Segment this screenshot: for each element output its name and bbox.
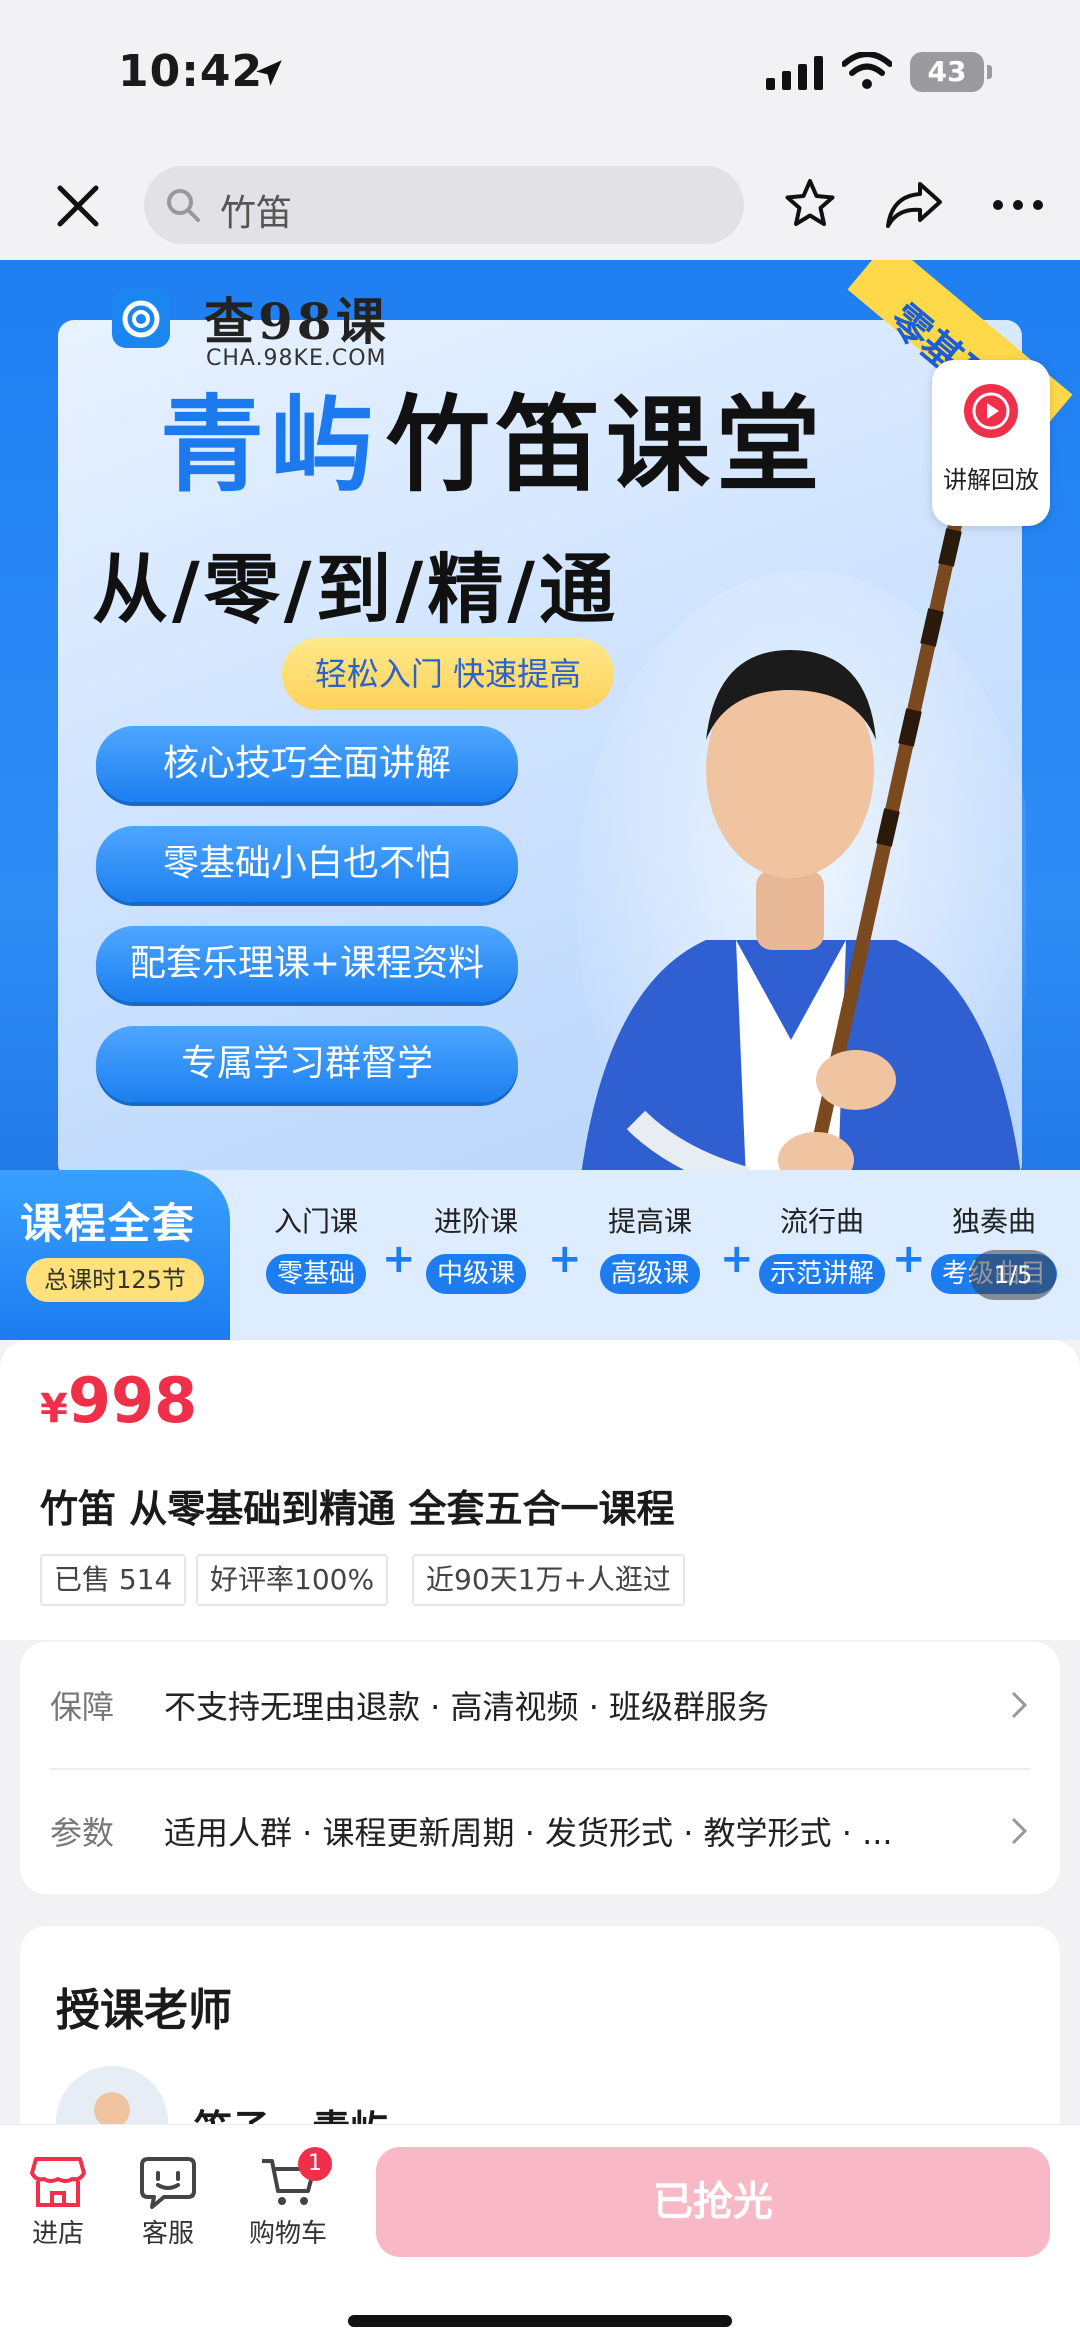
- sold-count-chip: 已售 514: [40, 1554, 187, 1606]
- guarantee-text: 不支持无理由退款 · 高清视频 · 班级群服务: [164, 1688, 770, 1726]
- teacher-photo: [576, 520, 1026, 1230]
- views-chip: 近90天1万+人逛过: [412, 1554, 685, 1606]
- module-name: 独奏曲: [951, 1205, 1036, 1238]
- plus-sign: +: [720, 1236, 754, 1282]
- product-info: ¥998 竹笛 从零基础到精通 全套五合一课程 已售 514 好评率100% 近…: [0, 1340, 1080, 1640]
- brand-name: 查98课: [204, 292, 390, 351]
- product-title: 竹笛 从零基础到精通 全套五合一课程: [40, 1487, 675, 1531]
- store-icon: [30, 2157, 86, 2207]
- feature-pill: 专属学习群督学: [96, 1026, 518, 1102]
- guarantee-row[interactable]: 保障 不支持无理由退款 · 高清视频 · 班级群服务: [20, 1642, 1060, 1768]
- location-arrow-icon: [256, 60, 282, 86]
- search-bar[interactable]: 竹笛: [144, 166, 744, 244]
- product-image-carousel[interactable]: 查98课 CHA.98KE.COM 青屿 竹笛课堂 零基础 从/零/到/精/通 …: [0, 260, 1080, 1340]
- brand-logo: [112, 290, 170, 348]
- close-icon[interactable]: [50, 178, 106, 234]
- price: ¥998: [40, 1364, 197, 1437]
- total-hours-badge: 总课时125节: [26, 1258, 204, 1302]
- teacher-section-title: 授课老师: [56, 1985, 232, 2036]
- chat-service-icon: [140, 2157, 196, 2209]
- banner-subtitle: 从/零/到/精/通: [92, 545, 620, 634]
- module-name: 提高课: [607, 1205, 692, 1238]
- star-icon[interactable]: [782, 176, 838, 232]
- store-label: 进店: [31, 2219, 84, 2249]
- cellular-signal-icon: [766, 56, 823, 90]
- course-module: 提高课 高级课: [580, 1200, 720, 1294]
- module-name: 流行曲: [779, 1205, 864, 1238]
- module-name: 进阶课: [433, 1205, 518, 1238]
- plus-sign: +: [892, 1236, 926, 1282]
- course-module: 入门课 零基础: [246, 1200, 386, 1294]
- cart-button[interactable]: 1 购物车: [238, 2147, 338, 2250]
- banner-title-blue: 青屿: [160, 384, 381, 506]
- wifi-icon: [842, 52, 892, 89]
- top-navigation: 竹笛: [0, 150, 1080, 260]
- replay-button[interactable]: 讲解回放: [932, 360, 1050, 526]
- params-label: 参数: [50, 1814, 115, 1852]
- course-modules-strip: 课程全套 总课时125节 入门课 零基础 + 进阶课 中级课 + 提高课 高级课…: [0, 1170, 1080, 1340]
- service-label: 客服: [141, 2219, 194, 2249]
- cart-label: 购物车: [248, 2219, 327, 2249]
- store-button[interactable]: 进店: [8, 2155, 108, 2250]
- play-replay-icon: [964, 384, 1018, 438]
- params-text: 适用人群 · 课程更新周期 · 发货形式 · 教学形式 · ...: [164, 1814, 893, 1852]
- module-tag: 零基础: [266, 1254, 366, 1294]
- status-time: 10:42: [118, 46, 264, 97]
- chevron-right-icon: [1011, 1817, 1028, 1845]
- replay-label: 讲解回放: [943, 466, 1039, 494]
- course-set-title: 课程全套: [20, 1199, 197, 1248]
- feature-pill: 配套乐理课+课程资料: [96, 926, 518, 1002]
- share-icon[interactable]: [884, 178, 944, 232]
- course-module: 进阶课 中级课: [406, 1200, 546, 1294]
- module-tag: 高级课: [600, 1254, 700, 1294]
- plus-sign: +: [548, 1236, 582, 1282]
- price-value: 998: [67, 1364, 198, 1437]
- rating-chip: 好评率100%: [196, 1554, 389, 1606]
- module-tag: 中级课: [426, 1254, 526, 1294]
- params-row[interactable]: 参数 适用人群 · 课程更新周期 · 发货形式 · 教学形式 · ...: [20, 1768, 1060, 1894]
- sold-out-button[interactable]: 已抢光: [376, 2147, 1050, 2257]
- status-bar: 10:42 43: [0, 0, 1080, 150]
- home-indicator: [348, 2315, 732, 2327]
- service-params-card: 保障 不支持无理由退款 · 高清视频 · 班级群服务 参数 适用人群 · 课程更…: [20, 1642, 1060, 1894]
- brand-logo-icon: [122, 300, 160, 338]
- course-module: 流行曲 示范讲解: [752, 1200, 892, 1294]
- cart-count-badge: 1: [298, 2147, 332, 2181]
- chevron-right-icon: [1011, 1691, 1028, 1719]
- feature-pill: 核心技巧全面讲解: [96, 726, 518, 802]
- customer-service-button[interactable]: 客服: [118, 2155, 218, 2250]
- feature-pill: 零基础小白也不怕: [96, 826, 518, 902]
- course-set-badge: 课程全套 总课时125节: [0, 1170, 230, 1340]
- guarantee-label: 保障: [50, 1688, 115, 1726]
- banner-title-black: 竹笛课堂: [386, 384, 827, 506]
- search-icon: [167, 189, 200, 222]
- module-name: 入门课: [273, 1205, 358, 1238]
- search-query: 竹笛: [220, 193, 293, 234]
- price-currency: ¥: [40, 1386, 68, 1432]
- module-tag: 示范讲解: [759, 1254, 885, 1294]
- bottom-action-bar: 进店 客服 1 购物车 已抢光: [0, 2124, 1080, 2340]
- more-options-icon[interactable]: [990, 182, 1046, 228]
- image-page-counter: 1/5: [970, 1250, 1056, 1300]
- battery-indicator: 43: [910, 52, 992, 92]
